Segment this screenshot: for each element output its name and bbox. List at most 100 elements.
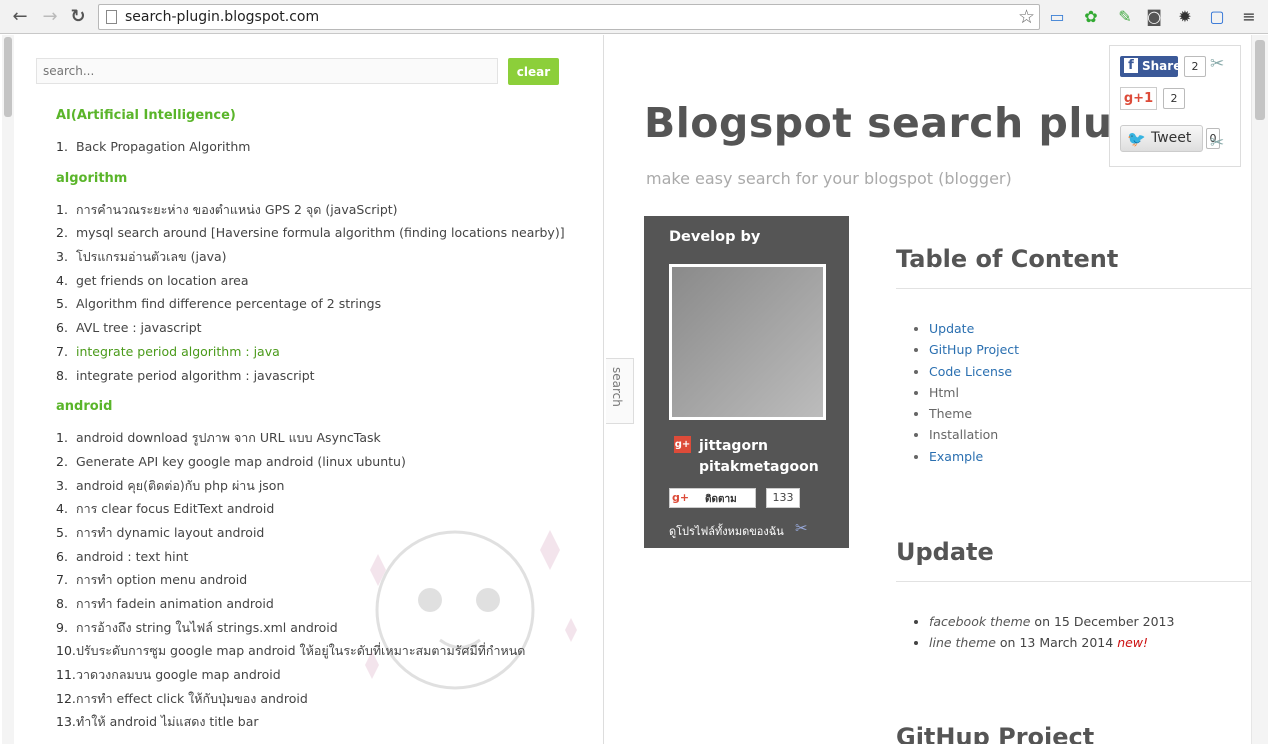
item-number: 10. bbox=[56, 643, 76, 659]
github-heading: GitHup Project bbox=[896, 723, 1095, 744]
gplus-one-button[interactable]: g+1 bbox=[1120, 87, 1157, 110]
reload-icon[interactable]: ↻ bbox=[66, 5, 90, 29]
tweet-button[interactable]: 🐦 Tweet bbox=[1120, 125, 1203, 152]
toc-item[interactable]: Update bbox=[929, 318, 1019, 339]
tools-icon[interactable]: ✂ bbox=[1210, 133, 1224, 153]
post-link[interactable]: integrate period algorithm : java bbox=[76, 344, 280, 359]
extension-green-icon[interactable]: ✿ bbox=[1080, 6, 1102, 28]
post-list-item[interactable]: 4. get friends on location area bbox=[56, 269, 596, 293]
post-link[interactable]: Algorithm find difference percentage of … bbox=[76, 296, 381, 311]
theme-name: line theme bbox=[929, 635, 996, 651]
tools-icon[interactable]: ✂ bbox=[795, 519, 808, 537]
post-list-item[interactable]: 4. การ clear focus EditText android bbox=[56, 497, 596, 521]
toc-link[interactable]: Example bbox=[929, 449, 983, 464]
follow-count: 133 bbox=[766, 488, 800, 508]
settings-gear-icon[interactable]: ✹ bbox=[1174, 6, 1196, 28]
post-link[interactable]: android : text hint bbox=[76, 549, 188, 564]
extension-screen-icon[interactable]: ▢ bbox=[1206, 6, 1228, 28]
post-link[interactable]: การทำ option menu android bbox=[76, 572, 247, 587]
toc-item: Installation bbox=[929, 424, 1019, 445]
profile-widget: Develop by g+ jittagorn pitakmetagoon g+… bbox=[644, 216, 849, 548]
post-link[interactable]: โปรแกรมอ่านตัวเลข (java) bbox=[76, 249, 227, 264]
post-list-item[interactable]: 9. การอ้างถึง string ในไฟล์ strings.xml a… bbox=[56, 616, 596, 640]
address-bar[interactable]: search-plugin.blogspot.com ☆ bbox=[98, 4, 1040, 30]
back-icon[interactable]: ← bbox=[8, 5, 32, 29]
search-input[interactable] bbox=[36, 58, 498, 84]
update-list: facebook theme on 15 December 2013line t… bbox=[929, 611, 1174, 654]
post-list-item[interactable]: 2. Generate API key google map android (l… bbox=[56, 450, 596, 474]
post-list-item[interactable]: 8. การทำ fadein animation android bbox=[56, 592, 596, 616]
post-link[interactable]: ทำให้ android ไม่แสดง title bar bbox=[76, 714, 259, 729]
post-link[interactable]: android download รูปภาพ จาก URL แบบ Asyn… bbox=[76, 430, 381, 445]
gplus-icon[interactable]: g+ bbox=[674, 436, 691, 453]
post-link[interactable]: ปรับระดับการซูม google map android ให้อย… bbox=[76, 643, 525, 658]
update-date: on 15 December 2013 bbox=[1030, 614, 1175, 629]
left-scrollbar-thumb[interactable] bbox=[4, 37, 12, 117]
search-tab[interactable]: search bbox=[606, 358, 634, 424]
profile-photo[interactable] bbox=[669, 264, 826, 420]
profile-name-link[interactable]: jittagorn pitakmetagoon bbox=[699, 436, 839, 478]
post-list-item[interactable]: 3. โปรแกรมอ่านตัวเลข (java) bbox=[56, 245, 596, 269]
post-list-item[interactable]: 1. การคำนวณระยะห่าง ของตำแหน่ง GPS 2 จุด … bbox=[56, 198, 596, 222]
view-full-profile-link[interactable]: ดูโปรไฟล์ทั้งหมดของฉัน bbox=[669, 522, 784, 540]
post-link[interactable]: วาดวงกลมบน google map android bbox=[76, 667, 281, 682]
toc-item[interactable]: Code License bbox=[929, 361, 1019, 382]
post-link[interactable]: การทำ dynamic layout android bbox=[76, 525, 264, 540]
post-link[interactable]: การอ้างถึง string ในไฟล์ strings.xml and… bbox=[76, 620, 338, 635]
post-link[interactable]: Back Propagation Algorithm bbox=[76, 139, 250, 154]
post-list-item[interactable]: 8. integrate period algorithm : javascrip… bbox=[56, 364, 596, 388]
post-link[interactable]: การทำ effect click ให้กับปุ่มของ android bbox=[76, 691, 308, 706]
bookmark-star-icon[interactable]: ☆ bbox=[1018, 6, 1035, 28]
extension-eyedropper-icon[interactable]: ✎ bbox=[1114, 6, 1136, 28]
item-number: 7. bbox=[56, 343, 68, 359]
category-heading: android bbox=[56, 399, 113, 415]
item-number: 2. bbox=[56, 225, 68, 241]
toc-link[interactable]: GitHup Project bbox=[929, 342, 1019, 357]
post-list-item[interactable]: 11.วาดวงกลมบน google map android bbox=[56, 663, 596, 687]
toc-link[interactable]: Update bbox=[929, 321, 974, 336]
post-list-item[interactable]: 6. AVL tree : javascript bbox=[56, 316, 596, 340]
left-scrollbar[interactable] bbox=[2, 35, 14, 744]
tools-icon[interactable]: ✂ bbox=[1210, 54, 1224, 74]
menu-icon[interactable]: ≡ bbox=[1238, 6, 1260, 28]
toc-item[interactable]: Example bbox=[929, 446, 1019, 467]
post-list-item[interactable]: 6. android : text hint bbox=[56, 545, 596, 569]
post-list-item[interactable]: 1. Back Propagation Algorithm bbox=[56, 135, 596, 159]
right-scrollbar[interactable] bbox=[1251, 35, 1268, 744]
post-list-item[interactable]: 1. android download รูปภาพ จาก URL แบบ As… bbox=[56, 426, 596, 450]
post-list-item[interactable]: 3. android คุย(ติดต่อ)กับ php ผ่าน json bbox=[56, 474, 596, 498]
post-list-item[interactable]: 12.การทำ effect click ให้กับปุ่มของ andr… bbox=[56, 687, 596, 711]
page-icon bbox=[106, 10, 117, 24]
post-list-item[interactable]: 13.ทำให้ android ไม่แสดง title bar bbox=[56, 710, 596, 734]
share-widget: f Share 2 ✂ g+1 2 🐦 Tweet 0 ✂ bbox=[1109, 45, 1241, 167]
item-number: 6. bbox=[56, 320, 68, 336]
post-link[interactable]: mysql search around [Haversine formula a… bbox=[76, 225, 565, 240]
post-link[interactable]: integrate period algorithm : javascript bbox=[76, 368, 315, 383]
toc-item[interactable]: GitHup Project bbox=[929, 339, 1019, 360]
post-link[interactable]: การ clear focus EditText android bbox=[76, 501, 274, 516]
divider bbox=[896, 581, 1251, 582]
extension-window-icon[interactable]: ▭ bbox=[1046, 6, 1068, 28]
right-scrollbar-thumb[interactable] bbox=[1255, 40, 1265, 120]
forward-icon[interactable]: → bbox=[38, 5, 62, 29]
follow-button[interactable]: g+ ติดตาม bbox=[669, 488, 756, 508]
post-link[interactable]: Generate API key google map android (lin… bbox=[76, 454, 406, 469]
post-link[interactable]: การคำนวณระยะห่าง ของตำแหน่ง GPS 2 จุด (j… bbox=[76, 202, 398, 217]
facebook-share-button[interactable]: f Share bbox=[1120, 56, 1181, 77]
post-link[interactable]: get friends on location area bbox=[76, 273, 249, 288]
post-list-item[interactable]: 5. การทำ dynamic layout android bbox=[56, 521, 596, 545]
tweet-label: Tweet bbox=[1151, 130, 1192, 146]
post-list-item[interactable]: 5. Algorithm find difference percentage o… bbox=[56, 292, 596, 316]
post-list-item[interactable]: 7. การทำ option menu android bbox=[56, 568, 596, 592]
extension-glasses-icon[interactable]: ◙ bbox=[1143, 6, 1165, 28]
toc-link[interactable]: Code License bbox=[929, 364, 1012, 379]
post-link[interactable]: android คุย(ติดต่อ)กับ php ผ่าน json bbox=[76, 478, 284, 493]
post-list-item[interactable]: 7. integrate period algorithm : java bbox=[56, 340, 596, 364]
post-link[interactable]: AVL tree : javascript bbox=[76, 320, 202, 335]
clear-button[interactable]: clear bbox=[508, 58, 559, 85]
profile-photo-image bbox=[672, 267, 823, 417]
post-link[interactable]: การทำ fadein animation android bbox=[76, 596, 274, 611]
post-list-item[interactable]: 10.ปรับระดับการซูม google map android ให… bbox=[56, 639, 596, 663]
post-list-item[interactable]: 2. mysql search around [Haversine formula… bbox=[56, 221, 596, 245]
toc-label: Html bbox=[929, 384, 959, 400]
